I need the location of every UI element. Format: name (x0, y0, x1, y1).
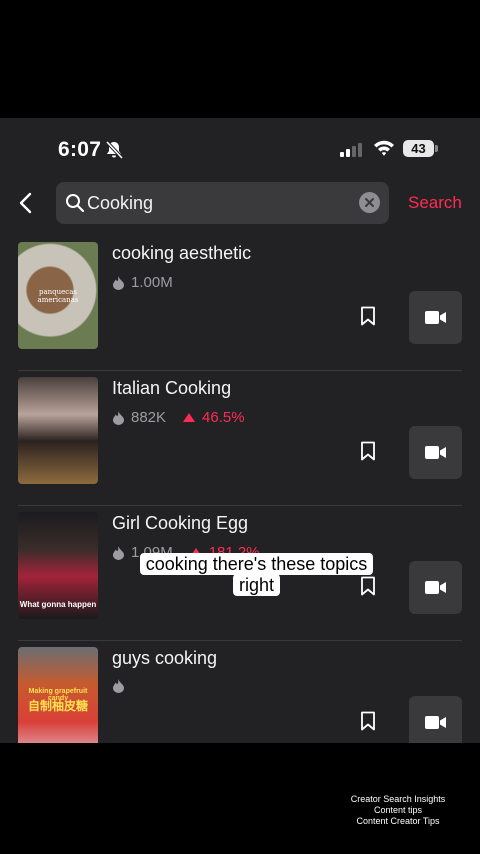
topic-stats: 882K 46.5% (112, 409, 245, 426)
thumbnail: What gonna happen (18, 512, 98, 619)
thumbnail: Making grapefruit candy 自制柚皮糖 (18, 647, 98, 743)
topic-title: Girl Cooking Egg (112, 513, 249, 533)
thumbnail-caption-cn: 自制柚皮糖 (27, 699, 88, 713)
topic-title: Italian Cooking (112, 378, 232, 398)
back-arrow-icon[interactable] (16, 191, 36, 215)
thumbnail-caption: What gonna happen (19, 600, 97, 609)
status-bar: 6:07 43 (0, 118, 480, 180)
flame-icon (113, 410, 124, 425)
clear-icon[interactable] (359, 192, 380, 213)
battery-tip (435, 145, 438, 152)
video-caption: cooking there's these topics right (130, 553, 383, 596)
view-count: 882K (131, 409, 167, 426)
video-camera-icon (425, 716, 446, 729)
video-camera-icon (425, 581, 446, 594)
wifi-icon (374, 140, 394, 156)
trend-value: 46.5% (202, 409, 245, 426)
status-time: 6:07 (58, 138, 102, 161)
footer-line: Content tips (373, 805, 423, 815)
view-count: 1.00M (131, 274, 173, 291)
video-camera-icon (425, 311, 446, 324)
record-video-button[interactable] (409, 426, 462, 479)
search-button[interactable]: Search (408, 193, 462, 213)
search-icon (66, 194, 85, 213)
flame-icon (113, 679, 124, 693)
topic-title: cooking aesthetic (112, 243, 252, 263)
thumbnail: panquecas americanas (18, 242, 98, 349)
topic-stats (112, 679, 131, 693)
bookmark-icon[interactable] (360, 711, 376, 731)
topic-stats: 1.00M (112, 274, 173, 291)
app-screen: 6:07 43 Cooking Search panquecas america… (0, 118, 480, 743)
record-video-button[interactable] (409, 291, 462, 344)
video-camera-icon (425, 446, 446, 459)
footer-line: Creator Search Insights (350, 794, 446, 804)
bell-muted-icon (105, 140, 124, 160)
flame-icon (113, 275, 124, 290)
bookmark-icon[interactable] (360, 306, 376, 326)
video-caption-text: cooking there's these topics right (139, 553, 374, 596)
thumbnail (18, 377, 98, 484)
signal-icon (340, 143, 362, 157)
topic-title: guys cooking (112, 648, 218, 668)
list-item[interactable]: Making grapefruit candy 自制柚皮糖 guys cooki… (0, 641, 480, 743)
footer-line: Content Creator Tips (356, 816, 440, 826)
trend-up-icon (183, 413, 196, 422)
bookmark-icon[interactable] (360, 441, 376, 461)
search-input[interactable]: Cooking (56, 182, 389, 224)
battery-indicator: 43 (403, 140, 434, 157)
flame-icon (113, 545, 124, 560)
search-query: Cooking (87, 193, 154, 213)
record-video-button[interactable] (409, 696, 462, 743)
record-video-button[interactable] (409, 561, 462, 614)
list-item[interactable]: Italian Cooking 882K 46.5% (0, 371, 480, 506)
thumbnail-caption: panquecas americanas (37, 288, 79, 304)
trend-badge: 46.5% (183, 409, 245, 426)
footer-tags: Creator Search Insights Content tips Con… (340, 794, 456, 827)
list-item[interactable]: panquecas americanas cooking aesthetic 1… (0, 236, 480, 371)
